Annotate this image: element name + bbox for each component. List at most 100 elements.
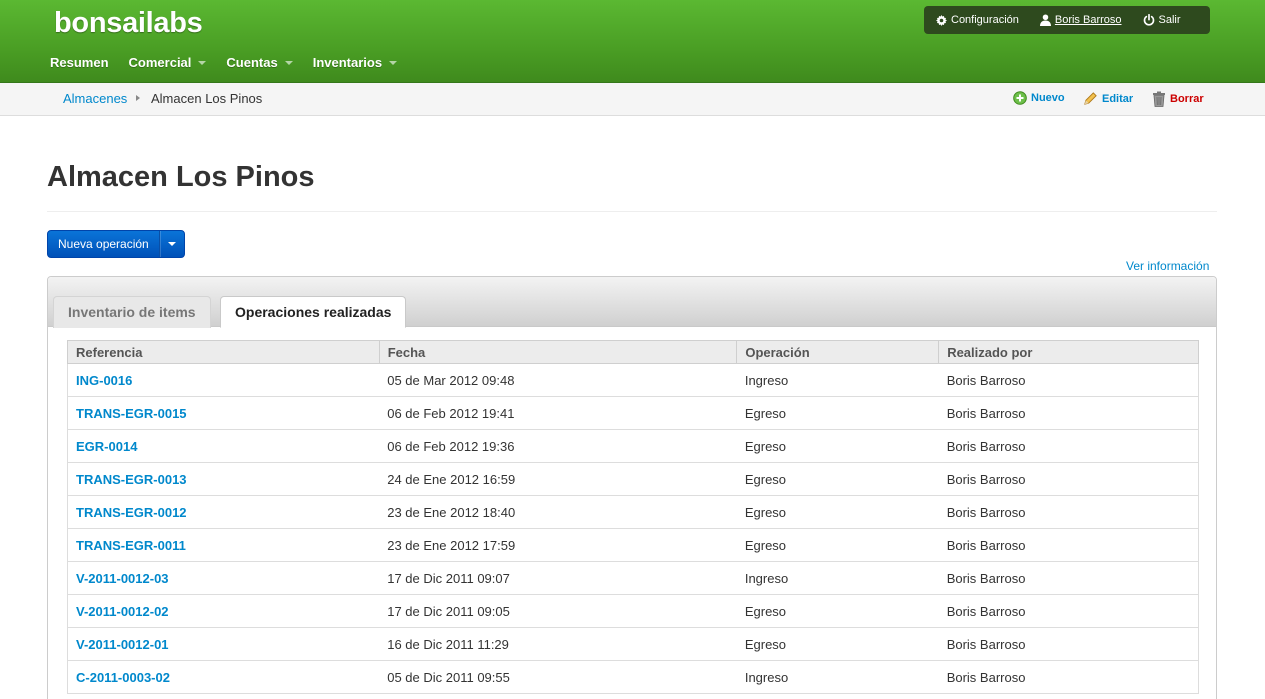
new-operation-dropdown-toggle[interactable]	[159, 231, 184, 257]
reference-link[interactable]: V-2011-0012-01	[67, 627, 380, 661]
performed-by-cell: Boris Barroso	[938, 429, 1199, 463]
performed-by-cell: Boris Barroso	[938, 660, 1199, 694]
date-cell: 06 de Feb 2012 19:41	[379, 396, 737, 430]
operation-cell: Ingreso	[736, 660, 939, 694]
table-header-row: Referencia Fecha Operación Realizado por	[67, 340, 1199, 364]
table-row: C-2011-0003-02 05 de Dic 2011 09:55 Ingr…	[67, 660, 1199, 694]
performed-by-cell: Boris Barroso	[938, 462, 1199, 496]
tab-operations[interactable]: Operaciones realizadas	[220, 296, 407, 328]
operation-cell: Egreso	[736, 528, 939, 562]
breadcrumb: Almacenes Almacen Los Pinos Nuevo Editar…	[0, 83, 1265, 116]
date-cell: 05 de Mar 2012 09:48	[379, 363, 737, 397]
performed-by-cell: Boris Barroso	[938, 528, 1199, 562]
edit-label: Editar	[1102, 92, 1134, 105]
reference-link[interactable]: V-2011-0012-03	[67, 561, 380, 595]
operation-cell: Ingreso	[736, 363, 939, 397]
tab-bar: Inventario de items Operaciones realizad…	[48, 277, 1216, 328]
date-cell: 17 de Dic 2011 09:07	[379, 561, 737, 595]
new-button[interactable]: Nuevo	[1013, 91, 1065, 105]
table-row: TRANS-EGR-0015 06 de Feb 2012 19:41 Egre…	[67, 396, 1199, 430]
nav-item-resumen[interactable]: Resumen	[50, 55, 109, 70]
new-operation-button[interactable]: Nueva operación	[48, 231, 160, 257]
column-header-operacion[interactable]: Operación	[736, 340, 940, 364]
column-header-referencia[interactable]: Referencia	[67, 340, 380, 364]
reference-link[interactable]: V-2011-0012-02	[67, 594, 380, 628]
delete-button[interactable]: Borrar	[1152, 91, 1204, 107]
operation-cell: Egreso	[736, 396, 939, 430]
chevron-down-icon	[168, 242, 177, 246]
operation-cell: Ingreso	[736, 561, 939, 595]
table-row: TRANS-EGR-0012 23 de Ene 2012 18:40 Egre…	[67, 495, 1199, 529]
logout-link[interactable]: Salir	[1143, 14, 1181, 26]
top-navbar: bonsailabs Resumen Comercial Cuentas Inv…	[0, 0, 1265, 83]
operation-cell: Egreso	[736, 429, 939, 463]
table-row: V-2011-0012-03 17 de Dic 2011 09:07 Ingr…	[67, 561, 1199, 595]
nav-item-label: Resumen	[50, 55, 109, 70]
reference-link[interactable]: TRANS-EGR-0015	[67, 396, 380, 430]
operation-cell: Egreso	[736, 462, 939, 496]
table-row: ING-0016 05 de Mar 2012 09:48 Ingreso Bo…	[67, 363, 1199, 397]
table-row: TRANS-EGR-0011 23 de Ene 2012 17:59 Egre…	[67, 528, 1199, 562]
chevron-down-icon	[198, 61, 207, 65]
nav-item-cuentas[interactable]: Cuentas	[226, 55, 293, 70]
user-profile-link[interactable]: Boris Barroso	[1039, 14, 1122, 26]
date-cell: 17 de Dic 2011 09:05	[379, 594, 737, 628]
user-icon	[1039, 14, 1051, 26]
new-operation-split-button: Nueva operación	[47, 230, 185, 258]
operation-cell: Egreso	[736, 495, 939, 529]
reference-link[interactable]: EGR-0014	[67, 429, 380, 463]
nav-item-label: Cuentas	[226, 55, 278, 70]
reference-link[interactable]: ING-0016	[67, 363, 380, 397]
logout-label: Salir	[1158, 14, 1181, 26]
edit-button[interactable]: Editar	[1083, 91, 1133, 106]
nav-item-label: Comercial	[128, 55, 192, 70]
table-row: TRANS-EGR-0013 24 de Ene 2012 16:59 Egre…	[67, 462, 1199, 496]
reference-link[interactable]: TRANS-EGR-0013	[67, 462, 380, 496]
operations-table: Referencia Fecha Operación Realizado por…	[67, 340, 1199, 694]
pencil-icon	[1084, 92, 1097, 105]
plus-circle-icon	[1013, 91, 1027, 105]
performed-by-cell: Boris Barroso	[938, 495, 1199, 529]
date-cell: 23 de Ene 2012 17:59	[379, 528, 737, 562]
power-icon	[1143, 14, 1154, 26]
user-name: Boris Barroso	[1054, 14, 1122, 26]
table-row: V-2011-0012-02 17 de Dic 2011 09:05 Egre…	[67, 594, 1199, 628]
nav-item-inventarios[interactable]: Inventarios	[312, 55, 398, 70]
nav-item-label: Inventarios	[312, 55, 383, 70]
chevron-right-icon	[136, 95, 140, 101]
config-link[interactable]: Configuración	[936, 14, 1019, 26]
date-cell: 24 de Ene 2012 16:59	[379, 462, 737, 496]
date-cell: 06 de Feb 2012 19:36	[379, 429, 737, 463]
date-cell: 16 de Dic 2011 11:29	[379, 627, 737, 661]
breadcrumb-almacenes[interactable]: Almacenes	[63, 91, 127, 106]
user-menu: Configuración Boris Barroso Salir	[924, 6, 1210, 34]
gear-icon	[936, 14, 947, 26]
nav-item-comercial[interactable]: Comercial	[129, 55, 207, 70]
more-info-link[interactable]: Ver información	[1126, 259, 1209, 273]
reference-link[interactable]: TRANS-EGR-0012	[67, 495, 380, 529]
column-header-fecha[interactable]: Fecha	[378, 340, 738, 364]
operation-cell: Egreso	[736, 594, 939, 628]
operation-cell: Egreso	[736, 627, 939, 661]
performed-by-cell: Boris Barroso	[938, 363, 1199, 397]
performed-by-cell: Boris Barroso	[938, 627, 1199, 661]
delete-label: Borrar	[1170, 93, 1204, 105]
page-title: Almacen Los Pinos	[47, 161, 315, 193]
operations-panel: Inventario de items Operaciones realizad…	[47, 276, 1217, 699]
date-cell: 23 de Ene 2012 18:40	[379, 495, 737, 529]
tab-inventory-items[interactable]: Inventario de items	[53, 296, 211, 328]
performed-by-cell: Boris Barroso	[938, 396, 1199, 430]
chevron-down-icon	[284, 61, 293, 65]
date-cell: 05 de Dic 2011 09:55	[379, 660, 737, 694]
table-row: EGR-0014 06 de Feb 2012 19:36 Egreso Bor…	[67, 429, 1199, 463]
breadcrumb-current: Almacen Los Pinos	[151, 91, 263, 106]
divider	[47, 211, 1217, 212]
reference-link[interactable]: C-2011-0003-02	[67, 660, 380, 694]
chevron-down-icon	[389, 61, 398, 65]
config-label: Configuración	[951, 14, 1019, 26]
reference-link[interactable]: TRANS-EGR-0011	[67, 528, 380, 562]
main-nav: Resumen Comercial Cuentas Inventarios	[50, 55, 417, 70]
brand-logo[interactable]: bonsailabs	[54, 7, 203, 40]
table-row: V-2011-0012-01 16 de Dic 2011 11:29 Egre…	[67, 627, 1199, 661]
column-header-realizado-por[interactable]: Realizado por	[938, 340, 1199, 364]
